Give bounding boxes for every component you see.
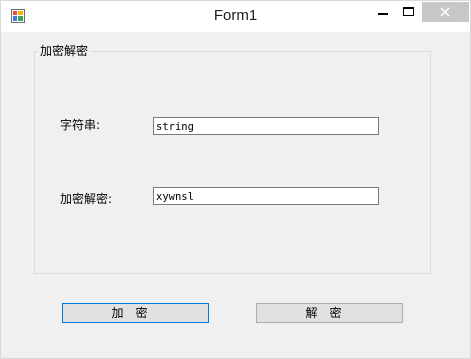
encrypt-decrypt-group: [34, 51, 431, 274]
minimize-icon: [378, 13, 388, 15]
string-input[interactable]: string: [153, 117, 379, 135]
encrypted-input[interactable]: xywnsl: [153, 187, 379, 205]
maximize-button[interactable]: [396, 2, 422, 22]
minimize-button[interactable]: [370, 2, 396, 22]
encrypt-button[interactable]: 加密: [62, 303, 209, 323]
maximize-icon: [403, 7, 414, 16]
string-label: 字符串:: [60, 118, 101, 132]
close-button[interactable]: [422, 2, 469, 22]
form-client-area: 加密解密 字符串: string 加密解密: xywnsl 加密 解密: [8, 32, 463, 351]
decrypt-button[interactable]: 解密: [256, 303, 403, 323]
encrypted-label: 加密解密:: [60, 192, 113, 206]
app-window: Form1 加密解密 字符串: string 加密解密: xywnsl 加密 解…: [0, 0, 471, 359]
group-title: 加密解密: [38, 42, 91, 59]
close-icon: [440, 7, 450, 17]
title-bar[interactable]: Form1: [1, 1, 470, 32]
